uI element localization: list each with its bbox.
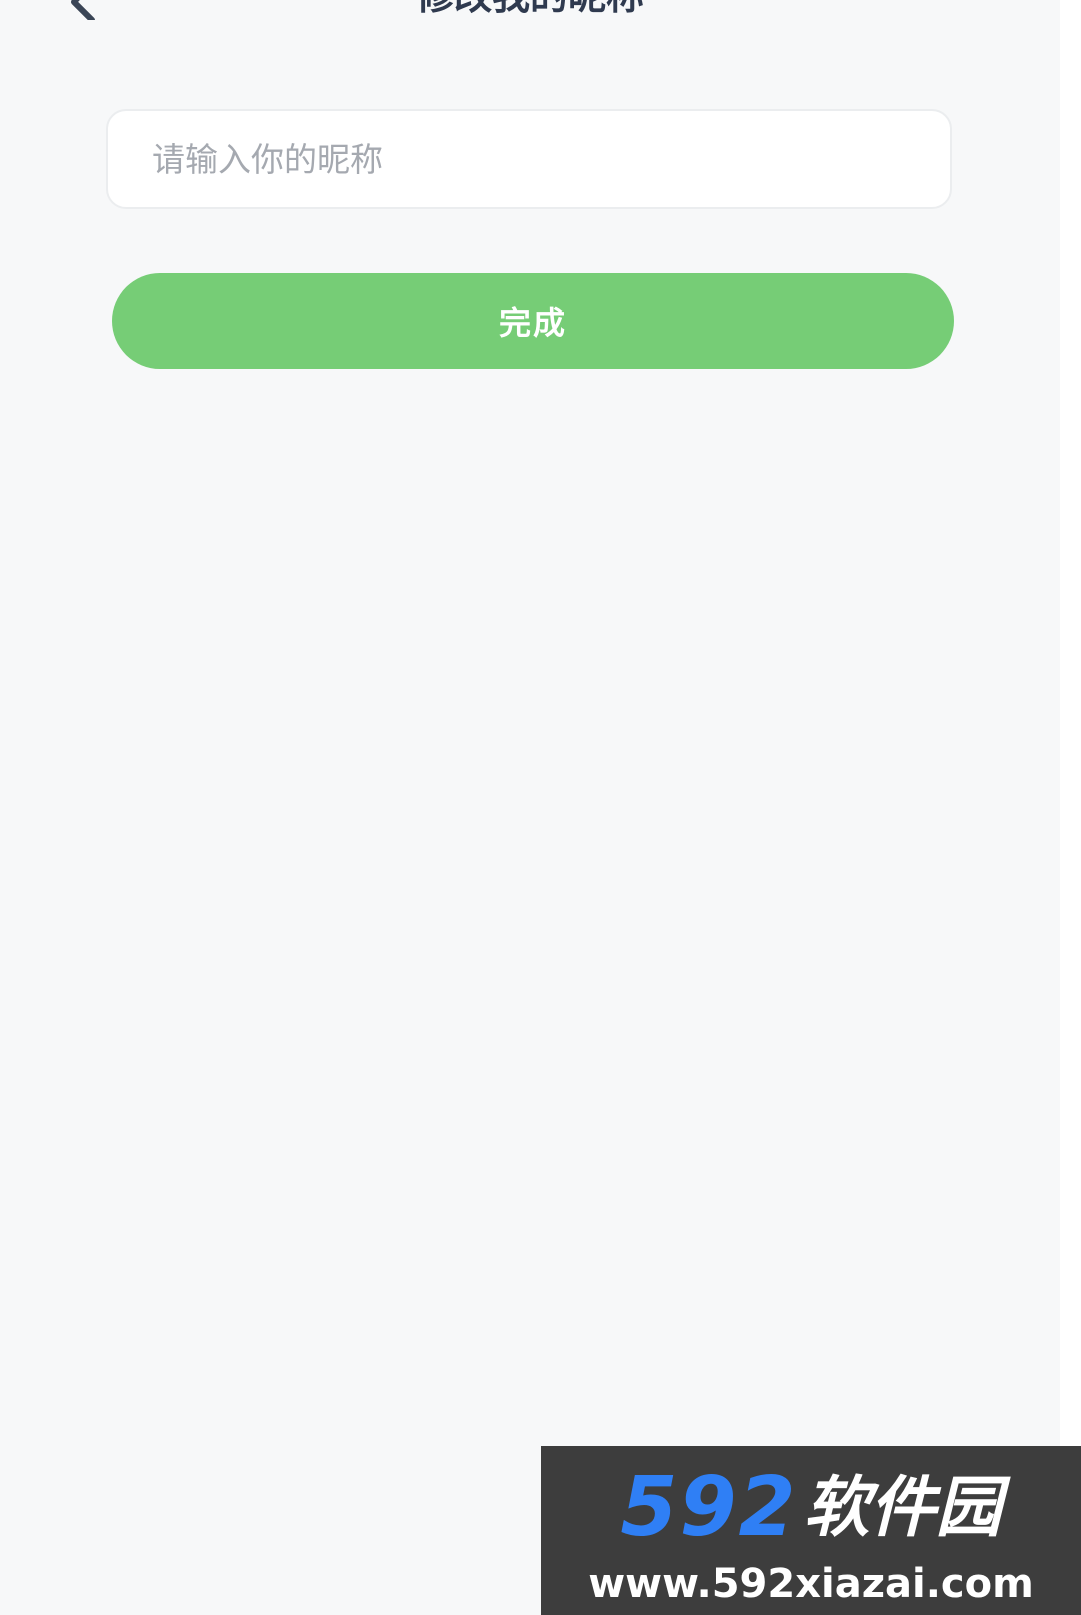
header: 修改我的昵称 — [0, 0, 1060, 22]
done-button[interactable]: 完成 — [112, 273, 954, 369]
watermark-url: www.592xiazai.com — [588, 1561, 1034, 1607]
page-title: 修改我的昵称 — [0, 0, 1060, 15]
watermark-brand: 592 软件园 — [551, 1460, 1071, 1555]
watermark-brand-text: 软件园 — [803, 1469, 1002, 1546]
watermark-logo: 592 软件园 www.592xiazai.com — [541, 1446, 1081, 1615]
screen: 修改我的昵称 完成 — [0, 0, 1060, 1615]
watermark-digits: 592 — [620, 1460, 798, 1555]
nickname-input[interactable] — [106, 109, 952, 209]
